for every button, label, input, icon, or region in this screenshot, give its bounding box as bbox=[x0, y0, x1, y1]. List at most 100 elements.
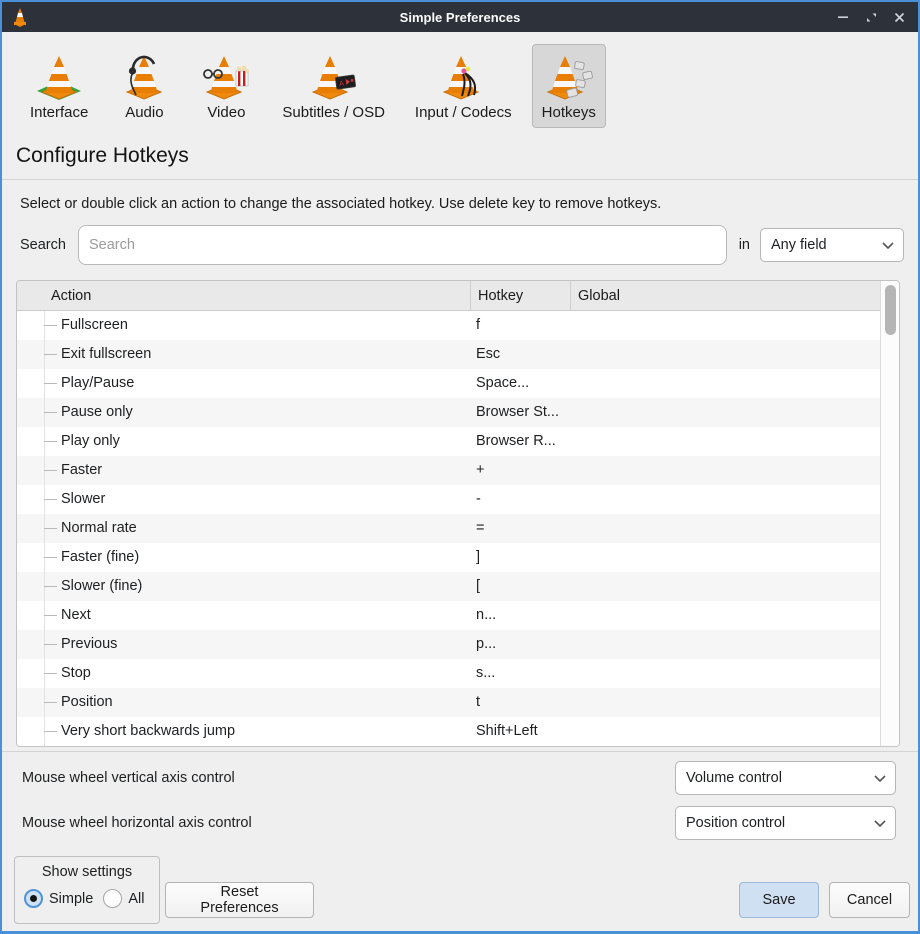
search-row: Search in Any field bbox=[20, 225, 904, 265]
tree-branch-dash bbox=[44, 412, 57, 413]
table-row[interactable]: Faster (fine) ] bbox=[17, 543, 899, 572]
reset-preferences-button[interactable]: Reset Preferences bbox=[165, 882, 314, 918]
video-icon bbox=[200, 52, 252, 100]
tab-label: Input / Codecs bbox=[415, 104, 512, 121]
chevron-down-icon bbox=[874, 820, 886, 827]
mouse-wheel-vertical-select[interactable]: Volume control bbox=[675, 761, 896, 795]
tab-audio[interactable]: Audio bbox=[108, 44, 180, 128]
settings-radio-row: Simple All bbox=[24, 889, 159, 908]
column-header-hotkey[interactable]: Hotkey bbox=[471, 281, 571, 310]
action-cell: Previous bbox=[61, 630, 117, 659]
audio-icon bbox=[118, 52, 170, 100]
radio-all-label: All bbox=[128, 891, 144, 907]
tab-label: Subtitles / OSD bbox=[282, 104, 385, 121]
action-cell: Very short backwards jump bbox=[61, 717, 235, 746]
search-field-select[interactable]: Any field bbox=[760, 228, 904, 262]
search-input[interactable] bbox=[78, 225, 727, 265]
mouse-wheel-horizontal-label: Mouse wheel horizontal axis control bbox=[22, 815, 252, 831]
action-cell: Faster bbox=[61, 456, 102, 485]
table-row[interactable]: Slower - bbox=[17, 485, 899, 514]
hotkey-cell: n... bbox=[476, 601, 496, 630]
tree-branch-dash bbox=[44, 499, 57, 500]
table-row[interactable]: Next n... bbox=[17, 601, 899, 630]
table-row[interactable]: Position t bbox=[17, 688, 899, 717]
hotkey-cell: p... bbox=[476, 630, 496, 659]
preferences-toolbar: Interface Audio bbox=[2, 32, 918, 134]
show-settings-group: Show settings Simple All bbox=[14, 856, 160, 924]
hotkey-cell: [ bbox=[476, 572, 480, 601]
action-cell: Position bbox=[61, 688, 113, 717]
hotkey-cell: - bbox=[476, 485, 481, 514]
hotkey-cell: Browser St... bbox=[476, 398, 559, 427]
action-cell: Play only bbox=[61, 427, 120, 456]
hotkey-cell: + bbox=[476, 456, 484, 485]
table-row[interactable]: Pause only Browser St... bbox=[17, 398, 899, 427]
tab-video[interactable]: Video bbox=[190, 44, 262, 128]
tree-branch-dash bbox=[44, 644, 57, 645]
tab-subtitles[interactable]: A Subtitles / OSD bbox=[272, 44, 395, 128]
tree-branch-dash bbox=[44, 354, 57, 355]
tree-branch-dash bbox=[44, 470, 57, 471]
radio-all[interactable] bbox=[103, 889, 122, 908]
tree-branch-dash bbox=[44, 615, 57, 616]
hotkeys-icon bbox=[543, 52, 595, 100]
action-cell: Faster (fine) bbox=[61, 543, 139, 572]
chevron-down-icon bbox=[874, 775, 886, 782]
table-row[interactable]: Slower (fine) [ bbox=[17, 572, 899, 601]
tab-hotkeys[interactable]: Hotkeys bbox=[532, 44, 606, 128]
save-button[interactable]: Save bbox=[739, 882, 819, 918]
column-header-action[interactable]: Action bbox=[17, 281, 471, 310]
hotkey-cell: Shift+Left bbox=[476, 717, 538, 746]
table-row[interactable]: Exit fullscreen Esc bbox=[17, 340, 899, 369]
mouse-wheel-horizontal-value: Position control bbox=[686, 815, 785, 831]
interface-icon bbox=[33, 52, 85, 100]
hotkey-cell: t bbox=[476, 688, 480, 717]
action-cell: Slower (fine) bbox=[61, 572, 142, 601]
hotkey-cell: = bbox=[476, 514, 484, 543]
table-row[interactable]: Faster + bbox=[17, 456, 899, 485]
action-cell: Normal rate bbox=[61, 514, 137, 543]
table-row[interactable]: Very short backwards jump Shift+Left bbox=[17, 717, 899, 746]
tree-branch-dash bbox=[44, 557, 57, 558]
radio-simple[interactable] bbox=[24, 889, 43, 908]
action-cell: Stop bbox=[61, 659, 91, 688]
close-icon bbox=[894, 12, 905, 23]
mouse-wheel-horizontal-select[interactable]: Position control bbox=[675, 806, 896, 840]
footer: Show settings Simple All Reset Preferenc… bbox=[2, 851, 918, 931]
hotkey-cell: Esc bbox=[476, 340, 500, 369]
tab-interface[interactable]: Interface bbox=[20, 44, 98, 128]
hotkey-table-body: Fullscreen f Exit fullscreen Esc Play/Pa… bbox=[17, 311, 899, 746]
tree-branch-dash bbox=[44, 586, 57, 587]
table-row[interactable]: Normal rate = bbox=[17, 514, 899, 543]
chevron-down-icon bbox=[882, 242, 894, 249]
tab-label: Audio bbox=[125, 104, 163, 121]
mouse-wheel-vertical-label: Mouse wheel vertical axis control bbox=[22, 770, 235, 786]
table-row[interactable]: Fullscreen f bbox=[17, 311, 899, 340]
subtitles-icon: A bbox=[308, 52, 360, 100]
scrollbar-thumb[interactable] bbox=[885, 285, 896, 335]
instruction-text: Select or double click an action to chan… bbox=[20, 196, 918, 212]
tab-label: Video bbox=[207, 104, 245, 121]
tab-label: Interface bbox=[30, 104, 88, 121]
tree-branch-dash bbox=[44, 731, 57, 732]
hotkey-table: Action Hotkey Global Fullscreen f Exit f… bbox=[16, 280, 900, 747]
vertical-scrollbar[interactable] bbox=[880, 281, 899, 746]
close-button[interactable] bbox=[888, 6, 910, 28]
cancel-button[interactable]: Cancel bbox=[829, 882, 910, 918]
in-label: in bbox=[739, 237, 750, 253]
tree-branch-dash bbox=[44, 441, 57, 442]
tree-branch-dash bbox=[44, 383, 57, 384]
restore-button[interactable] bbox=[860, 6, 882, 28]
tab-input-codecs[interactable]: Input / Codecs bbox=[405, 44, 522, 128]
table-row[interactable]: Previous p... bbox=[17, 630, 899, 659]
column-header-global[interactable]: Global bbox=[571, 281, 899, 310]
mouse-wheel-vertical-row: Mouse wheel vertical axis control Volume… bbox=[22, 761, 896, 795]
table-row[interactable]: Stop s... bbox=[17, 659, 899, 688]
action-cell: Fullscreen bbox=[61, 311, 128, 340]
minimize-button[interactable] bbox=[832, 6, 854, 28]
action-cell: Exit fullscreen bbox=[61, 340, 151, 369]
table-row[interactable]: Play only Browser R... bbox=[17, 427, 899, 456]
action-cell: Slower bbox=[61, 485, 105, 514]
table-header: Action Hotkey Global bbox=[17, 281, 899, 311]
table-row[interactable]: Play/Pause Space... bbox=[17, 369, 899, 398]
